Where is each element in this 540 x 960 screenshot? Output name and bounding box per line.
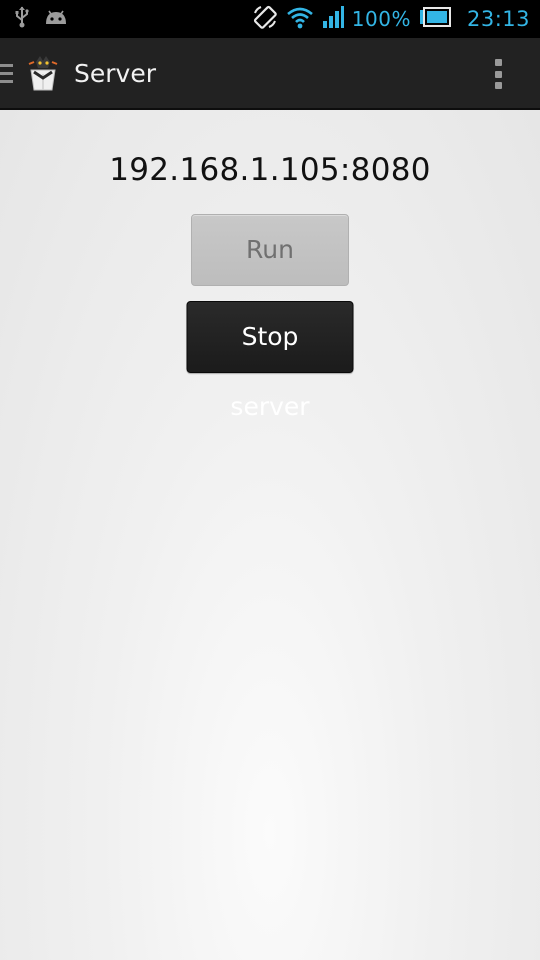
- overflow-menu-icon[interactable]: [488, 56, 508, 92]
- server-address: 192.168.1.105:8080: [109, 152, 431, 188]
- stop-server-button[interactable]: Stop server: [186, 301, 354, 421]
- overflow-dot: [494, 70, 502, 78]
- action-bar: Server: [0, 38, 540, 110]
- signal-icon: [322, 5, 344, 33]
- app-icon[interactable]: [26, 54, 60, 94]
- screen-rotate-icon: [252, 4, 278, 34]
- battery-icon: [419, 7, 451, 31]
- android-debug-icon: [44, 8, 68, 30]
- main-content: 192.168.1.105:8080 Run server Stop serve…: [0, 110, 540, 960]
- run-server-button[interactable]: Run server: [191, 214, 349, 334]
- overflow-dot: [494, 82, 502, 89]
- action-bar-title: Server: [74, 59, 156, 88]
- battery-percent: 100%: [351, 7, 411, 31]
- clock: 23:13: [466, 7, 530, 31]
- status-bar-notifications: [14, 6, 68, 32]
- status-bar: 100% 23:13: [0, 0, 540, 38]
- drawer-icon[interactable]: [0, 62, 14, 86]
- usb-icon: [14, 6, 30, 32]
- wifi-icon: [286, 5, 314, 33]
- status-bar-system: 100% 23:13: [252, 0, 530, 38]
- overflow-dot: [494, 59, 502, 66]
